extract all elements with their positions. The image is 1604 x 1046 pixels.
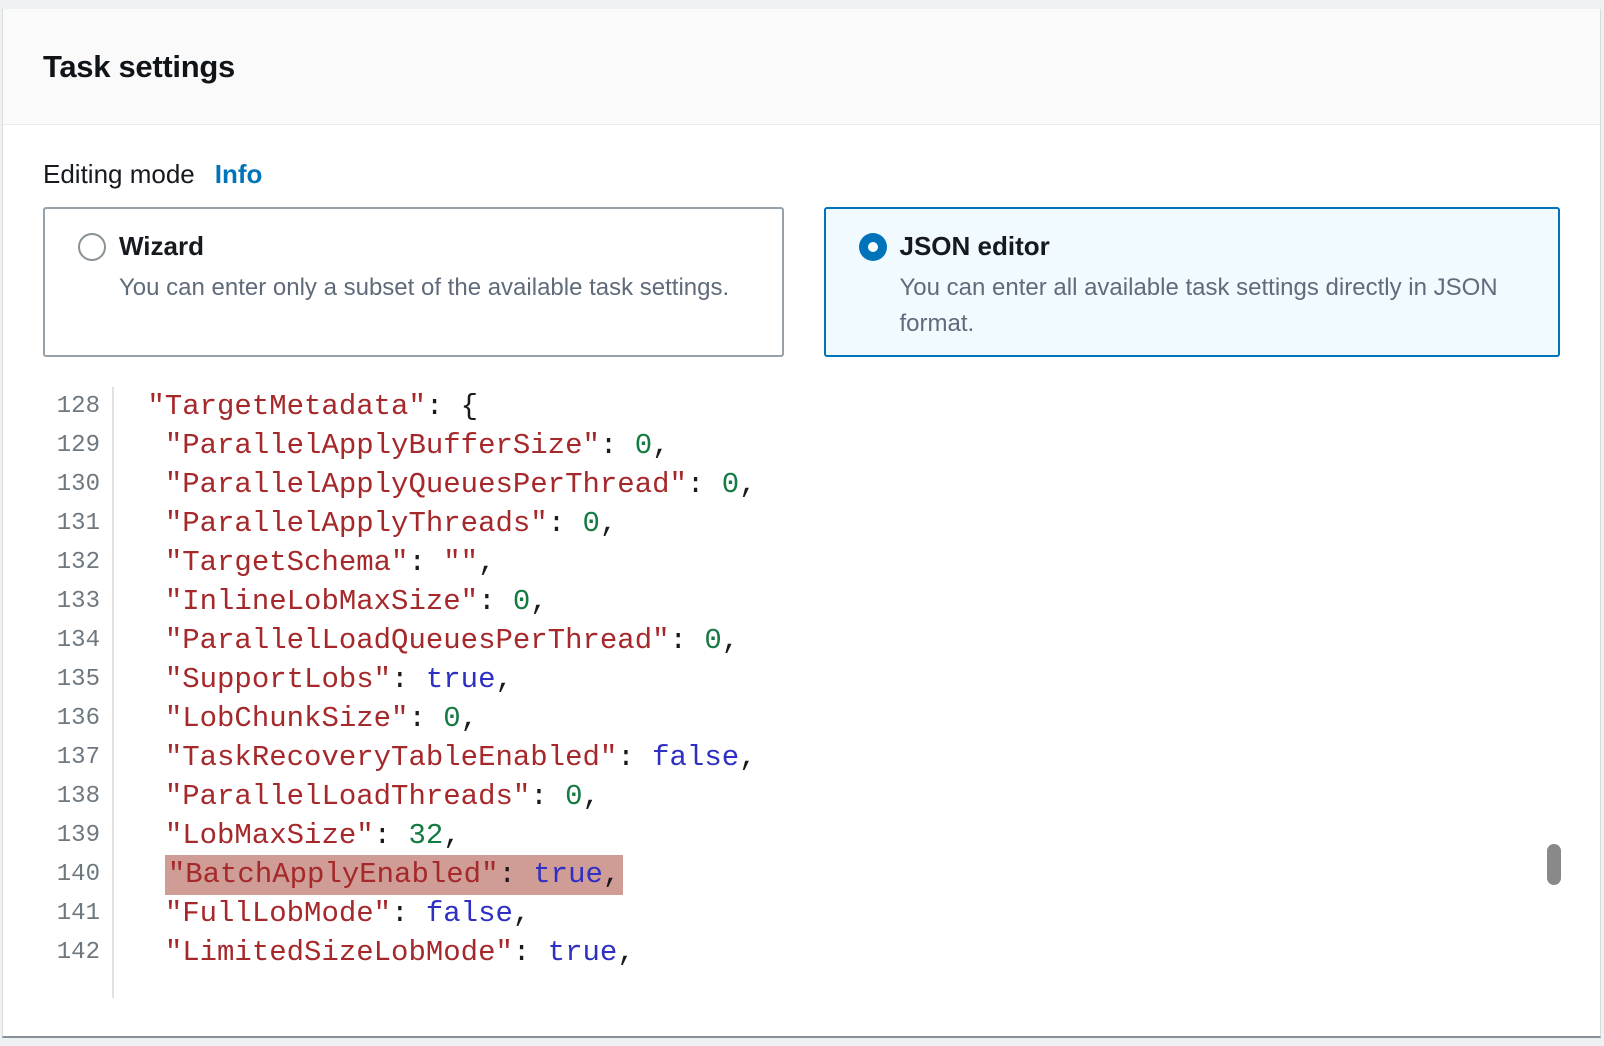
code-line[interactable]: 131 "ParallelApplyThreads": 0, xyxy=(3,504,1560,543)
editing-mode-row: Editing mode Info xyxy=(43,159,1560,190)
code-line[interactable]: 132 "TargetSchema": "", xyxy=(3,543,1560,582)
code-line-text[interactable]: "TargetMetadata": { xyxy=(114,387,478,426)
option-description-wizard: You can enter only a subset of the avail… xyxy=(119,270,739,306)
line-number: 131 xyxy=(3,504,114,543)
code-line-text[interactable]: "SupportLobs": true, xyxy=(114,660,513,699)
radio-unchecked-icon[interactable] xyxy=(78,233,106,261)
line-number: 142 xyxy=(3,933,114,972)
code-line[interactable]: 139 "LobMaxSize": 32, xyxy=(3,816,1560,855)
code-line[interactable]: 130 "ParallelApplyQueuesPerThread": 0, xyxy=(3,465,1560,504)
option-description-json-editor: You can enter all available task setting… xyxy=(900,270,1520,342)
code-line-text[interactable]: "ParallelLoadThreads": 0, xyxy=(114,777,600,816)
code-line[interactable]: 137 "TaskRecoveryTableEnabled": false, xyxy=(3,738,1560,777)
highlighted-code[interactable]: "BatchApplyEnabled": true, xyxy=(165,855,624,895)
line-number: 140 xyxy=(3,855,114,894)
line-number: 130 xyxy=(3,465,114,504)
line-number: 129 xyxy=(3,426,114,465)
code-line[interactable]: 140 "BatchApplyEnabled": true, xyxy=(3,855,1560,894)
option-card-json-editor[interactable]: JSON editor You can enter all available … xyxy=(824,207,1561,357)
json-code-editor[interactable]: 128 "TargetMetadata": {129 "ParallelAppl… xyxy=(3,387,1560,998)
code-line[interactable]: 129 "ParallelApplyBufferSize": 0, xyxy=(3,426,1560,465)
code-line-text[interactable]: "InlineLobMaxSize": 0, xyxy=(114,582,548,621)
code-line-text[interactable]: "LimitedSizeLobMode": true, xyxy=(114,933,635,972)
panel-body: Editing mode Info Wizard You can enter o… xyxy=(3,159,1600,998)
code-line[interactable]: 134 "ParallelLoadQueuesPerThread": 0, xyxy=(3,621,1560,660)
option-top: Wizard xyxy=(78,231,782,262)
line-number: 139 xyxy=(3,816,114,855)
code-line[interactable]: 136 "LobChunkSize": 0, xyxy=(3,699,1560,738)
page-title: Task settings xyxy=(43,49,235,85)
code-line-text[interactable]: "ParallelApplyBufferSize": 0, xyxy=(114,426,670,465)
code-line-text[interactable]: "ParallelApplyQueuesPerThread": 0, xyxy=(114,465,757,504)
code-line[interactable]: 142 "LimitedSizeLobMode": true, xyxy=(3,933,1560,972)
line-number: 136 xyxy=(3,699,114,738)
code-line[interactable]: 133 "InlineLobMaxSize": 0, xyxy=(3,582,1560,621)
code-line-text[interactable]: "ParallelLoadQueuesPerThread": 0, xyxy=(114,621,739,660)
code-line[interactable]: 138 "ParallelLoadThreads": 0, xyxy=(3,777,1560,816)
radio-checked-icon[interactable] xyxy=(859,233,887,261)
line-number: 133 xyxy=(3,582,114,621)
code-line-text[interactable]: "LobMaxSize": 32, xyxy=(114,816,461,855)
option-label-json-editor: JSON editor xyxy=(900,231,1050,262)
line-number: 134 xyxy=(3,621,114,660)
code-line[interactable]: 135 "SupportLobs": true, xyxy=(3,660,1560,699)
code-line-text[interactable]: "LobChunkSize": 0, xyxy=(114,699,478,738)
panel-header: Task settings xyxy=(3,9,1600,125)
option-card-wizard[interactable]: Wizard You can enter only a subset of th… xyxy=(43,207,784,357)
code-line-text[interactable]: "TargetSchema": "", xyxy=(114,543,495,582)
scrollbar-thumb[interactable] xyxy=(1547,844,1561,885)
code-line-text[interactable]: "TaskRecoveryTableEnabled": false, xyxy=(114,738,757,777)
code-line-text[interactable]: "BatchApplyEnabled": true, xyxy=(114,855,623,894)
editing-mode-options: Wizard You can enter only a subset of th… xyxy=(43,207,1560,357)
code-line[interactable]: 141 "FullLobMode": false, xyxy=(3,894,1560,933)
code-line-text[interactable]: "FullLobMode": false, xyxy=(114,894,530,933)
line-number: 135 xyxy=(3,660,114,699)
editing-mode-label: Editing mode xyxy=(43,159,195,190)
line-number: 137 xyxy=(3,738,114,777)
task-settings-panel: Task settings Editing mode Info Wizard Y… xyxy=(2,9,1601,1038)
code-line[interactable]: 128 "TargetMetadata": { xyxy=(3,387,1560,426)
info-link[interactable]: Info xyxy=(215,159,263,190)
line-number: 132 xyxy=(3,543,114,582)
line-number: 128 xyxy=(3,387,114,426)
gutter-tail xyxy=(3,972,114,998)
line-number: 141 xyxy=(3,894,114,933)
code-line-text[interactable]: "ParallelApplyThreads": 0, xyxy=(114,504,617,543)
line-number: 138 xyxy=(3,777,114,816)
option-top: JSON editor xyxy=(859,231,1559,262)
option-label-wizard: Wizard xyxy=(119,231,204,262)
